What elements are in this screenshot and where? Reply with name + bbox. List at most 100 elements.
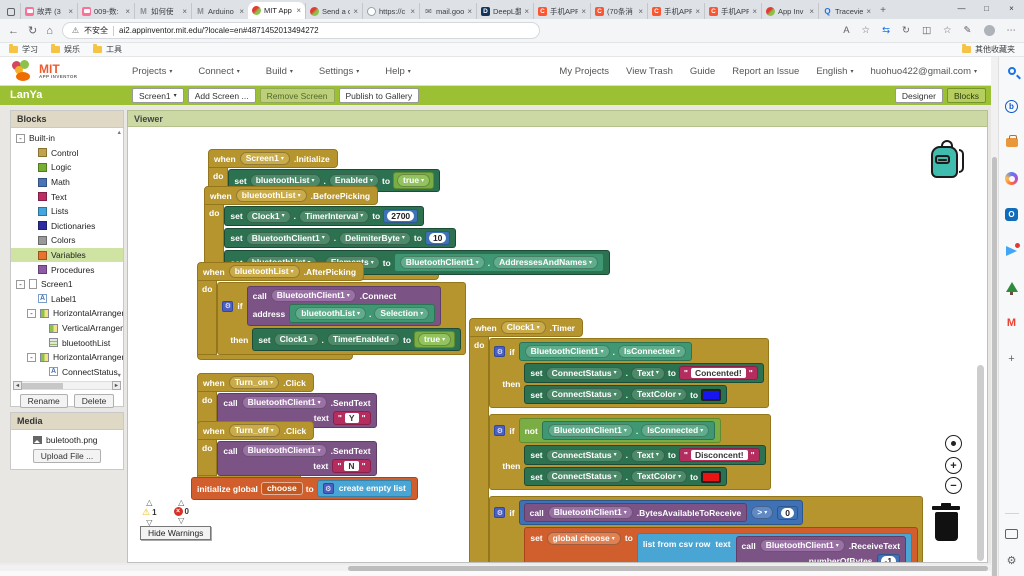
number-block[interactable]: 0 (777, 506, 798, 520)
set-property-block[interactable]: setConnectStatus▾.TextColor▾to (524, 385, 727, 404)
browser-tab[interactable]: 故弄 (3× (20, 3, 77, 19)
tab-close-icon[interactable]: × (467, 7, 472, 16)
palette-item-logic[interactable]: Logic (11, 160, 123, 175)
dropdown[interactable]: BluetoothClient1▾ (246, 232, 331, 245)
browser-tab[interactable]: MArduino× (191, 3, 248, 19)
initialize-global-block[interactable]: initialize globalchooseto⚙create empty l… (191, 477, 418, 500)
dropdown[interactable]: bluetoothList▾ (295, 307, 366, 320)
dropdown[interactable]: global choose▾ (547, 532, 621, 545)
dropdown[interactable]: BluetoothClient1▾ (760, 539, 845, 552)
dropdown[interactable]: TimerInterval▾ (299, 210, 369, 223)
dropdown[interactable]: BluetoothClient1▾ (242, 396, 327, 409)
dropdown[interactable]: ConnectStatus▾ (546, 388, 623, 401)
palette-item-control[interactable]: Control (11, 146, 123, 161)
browser-tab[interactable]: https://c× (362, 3, 419, 19)
palette-horizont al-scrollbar[interactable]: ◄ ► (13, 381, 121, 390)
tab-close-icon[interactable]: × (125, 7, 130, 16)
tab-close-icon[interactable]: × (353, 7, 358, 16)
center-blocks-icon[interactable] (945, 435, 962, 452)
collapse-icon[interactable]: - (27, 309, 36, 318)
refresh-icon[interactable]: ↻ (28, 24, 37, 37)
tab-close-icon[interactable]: × (182, 7, 187, 16)
backpack-icon[interactable] (929, 140, 965, 182)
blocks-button[interactable]: Blocks (947, 88, 986, 103)
sync-icon[interactable]: ⇆ (882, 25, 890, 36)
browser-tab[interactable]: C(70条消× (590, 3, 647, 19)
dropdown[interactable]: Turn_off▾ (229, 424, 280, 437)
palette-item-variables-selected[interactable]: Variables (11, 248, 123, 263)
browser-tab[interactable]: ✉mail.goo× (419, 3, 476, 19)
rename-button[interactable]: Rename (20, 394, 68, 408)
office-icon[interactable] (1004, 135, 1019, 150)
designer-button[interactable]: Designer (895, 88, 943, 103)
dropdown[interactable]: Selection▾ (374, 307, 429, 320)
logic-not-block[interactable]: notBluetoothClient1▾.IsConnected▾ (519, 418, 722, 443)
more-menu-icon[interactable]: ⋯ (1007, 25, 1017, 36)
browser-tab[interactable]: DDeepL翻× (476, 3, 533, 19)
set-property-block[interactable]: setClock1▾.TimerInterval▾to2700 (224, 206, 424, 226)
tab-close-icon[interactable]: × (239, 7, 244, 16)
browser-tab[interactable]: App Inv× (761, 3, 818, 19)
add-favorite-icon[interactable]: ☆ (862, 25, 871, 36)
copilot-icon[interactable]: b (1004, 99, 1019, 114)
event-block-header[interactable]: whenbluetoothList▾.AfterPicking (197, 262, 364, 281)
block-when-bluetoothlist-afterpicking[interactable]: whenbluetoothList▾.AfterPicking do ⚙if c… (197, 262, 466, 360)
set-property-block[interactable]: setBluetoothClient1▾.DelimiterByte▾to10 (224, 228, 456, 248)
account-menu[interactable]: huohuo422@gmail.com▾ (871, 66, 978, 77)
canvas-scrollbar[interactable] (977, 365, 984, 561)
call-sendtext-block[interactable]: callBluetoothClient1▾.SendText text"N" (217, 441, 376, 476)
media-file[interactable]: buletooth.png (11, 430, 123, 445)
url-text[interactable]: ai2.appinventor.mit.edu/?locale=en#48714… (119, 26, 319, 35)
browser-tab[interactable]: QTracevie× (818, 3, 875, 19)
close-button[interactable]: × (999, 0, 1024, 19)
collapse-icon[interactable]: - (16, 134, 25, 143)
outlook-icon[interactable]: O (1004, 207, 1019, 222)
set-property-block[interactable]: setConnectStatus▾.TextColor▾to (524, 467, 727, 486)
block-initialize-global-choose[interactable]: initialize globalchooseto⚙create empty l… (191, 477, 418, 500)
collapse-icon[interactable]: - (27, 353, 36, 362)
scroll-track[interactable] (22, 381, 112, 390)
text-string-block[interactable]: "Disconcent!" (679, 448, 760, 462)
tab-close-icon[interactable]: × (809, 7, 814, 16)
set-property-block[interactable]: setClock1▾.TimerEnabled▾totrue▾ (252, 328, 461, 351)
other-favorites[interactable]: 其他收藏夹 (962, 44, 1015, 55)
event-block-header[interactable]: whenClock1▾.Timer (469, 318, 583, 337)
operator-dropdown[interactable]: >▾ (751, 506, 773, 519)
tab-close-icon[interactable]: × (866, 7, 871, 16)
browser-tab[interactable]: C手机APP× (704, 3, 761, 19)
maximize-button[interactable]: □ (974, 0, 999, 19)
dropdown[interactable]: Screen1▾ (240, 152, 290, 165)
page-vertical-scrollbar[interactable] (991, 57, 998, 576)
scroll-right-icon[interactable]: ► (112, 381, 121, 390)
number-block[interactable]: 10 (425, 231, 450, 245)
if-block[interactable]: ⚙if callBluetoothClient1▾.Connect addres… (217, 282, 466, 355)
dropdown[interactable]: Clock1▾ (501, 321, 546, 334)
dropdown[interactable]: BluetoothClient1▾ (548, 424, 633, 437)
tree-item-horizontal-arrangement2[interactable]: -HorizontalArrangemen (11, 350, 123, 365)
minimize-button[interactable]: — (949, 0, 974, 19)
block-when-turnoff-click[interactable]: whenTurn_off▾.Click do callBluetoothClie… (197, 421, 377, 481)
if-block[interactable]: ⚙ifBluetoothClient1▾.IsConnected▾ then s… (489, 338, 768, 408)
browser-tab[interactable]: C手机APP× (533, 3, 590, 19)
dropdown[interactable]: Turn_on▾ (229, 376, 279, 389)
warning-counter[interactable]: △ ⚠1 ▽ (142, 498, 157, 527)
variable-name-field[interactable]: choose (261, 482, 303, 495)
palette-item-dictionaries[interactable]: Dictionaries (11, 219, 123, 234)
set-property-block[interactable]: setConnectStatus▾.Text▾to"Disconcent!" (524, 445, 765, 465)
mutator-gear-icon[interactable]: ⚙ (494, 346, 505, 357)
dropdown[interactable]: DelimiterByte▾ (339, 232, 411, 245)
event-block-header[interactable]: whenbluetoothList▾.BeforePicking (204, 186, 378, 205)
tree-item-vertical-arrangement[interactable]: VerticalArrangemen (11, 321, 123, 336)
block-when-clock1-timer[interactable]: whenClock1▾.Timer do ⚙ifBluetoothClient1… (469, 318, 923, 563)
set-variable-block[interactable]: setglobal choose▾to list from csv rowtex… (524, 527, 918, 563)
dropdown[interactable]: IsConnected▾ (641, 424, 709, 437)
dropdown[interactable]: ConnectStatus▾ (546, 449, 623, 462)
my-projects-link[interactable]: My Projects (559, 66, 609, 77)
number-block[interactable]: -1 (877, 554, 901, 563)
scroll-up-icon[interactable]: ▲ (117, 130, 122, 136)
if-block[interactable]: ⚙ifnotBluetoothClient1▾.IsConnected▾ the… (489, 414, 770, 490)
dropdown[interactable]: ConnectStatus▾ (546, 470, 623, 483)
scroll-left-icon[interactable]: ◄ (13, 381, 22, 390)
blocks-canvas[interactable]: whenScreen1▾.Initialize do setbluetoothL… (127, 127, 988, 563)
arrow-up-icon[interactable]: △ (178, 498, 184, 507)
